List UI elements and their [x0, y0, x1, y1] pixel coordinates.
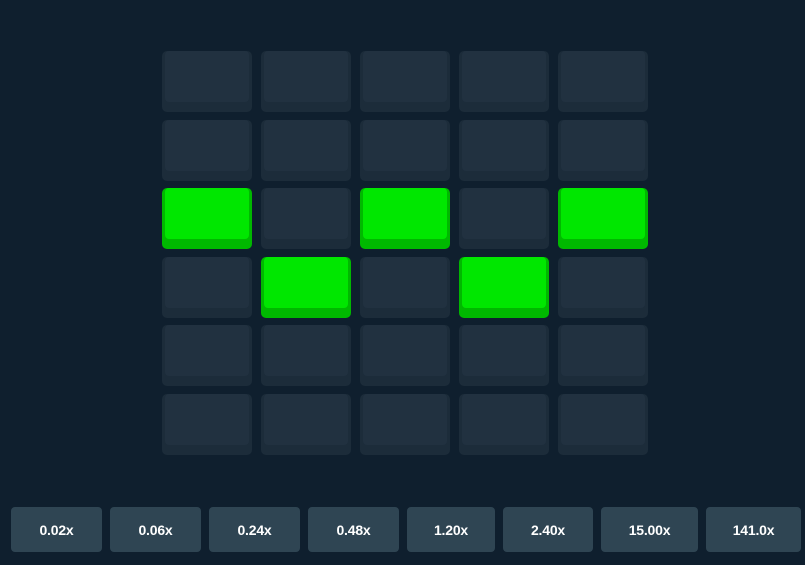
tile-r2-c1[interactable] — [261, 188, 351, 250]
tile-face — [561, 393, 645, 445]
tile-face — [462, 188, 546, 240]
tile-r4-c1[interactable] — [261, 325, 351, 387]
tile-r1-c0[interactable] — [162, 119, 252, 181]
tile-r3-c1[interactable] — [261, 256, 351, 318]
game-stage: 0.02x 0.06x 0.24x 0.48x 1.20x 2.40x 15.0… — [0, 0, 805, 565]
tile-face — [561, 325, 645, 377]
tile-face — [165, 325, 249, 377]
tile-face — [462, 256, 546, 308]
tile-r2-c0[interactable] — [162, 188, 252, 250]
tile-r2-c2[interactable] — [360, 188, 450, 250]
tile-r4-c0[interactable] — [162, 325, 252, 387]
tile-r5-c3[interactable] — [459, 393, 549, 455]
tile-face — [264, 119, 348, 171]
multiplier-5: 2.40x — [503, 507, 593, 552]
tile-face — [165, 393, 249, 445]
tile-face — [264, 256, 348, 308]
tile-r5-c4[interactable] — [558, 393, 648, 455]
multiplier-1: 0.06x — [110, 507, 201, 552]
tile-face — [462, 325, 546, 377]
tile-r1-c3[interactable] — [459, 119, 549, 181]
tile-face — [264, 51, 348, 102]
tile-r4-c4[interactable] — [558, 325, 648, 387]
tile-face — [561, 119, 645, 171]
tile-face — [264, 393, 348, 445]
tile-face — [363, 393, 447, 445]
tile-r2-c3[interactable] — [459, 188, 549, 250]
tile-r0-c0[interactable] — [162, 51, 252, 112]
multiplier-6: 15.00x — [601, 507, 698, 552]
tile-r3-c3[interactable] — [459, 256, 549, 318]
tile-r4-c3[interactable] — [459, 325, 549, 387]
tile-r0-c2[interactable] — [360, 51, 450, 112]
tile-r0-c3[interactable] — [459, 51, 549, 112]
tile-r5-c1[interactable] — [261, 393, 351, 455]
tile-face — [264, 188, 348, 240]
tile-r0-c4[interactable] — [558, 51, 648, 112]
tile-face — [561, 188, 645, 240]
tile-r3-c0[interactable] — [162, 256, 252, 318]
tile-r1-c1[interactable] — [261, 119, 351, 181]
tile-face — [165, 256, 249, 308]
multiplier-7: 141.0x — [706, 507, 801, 552]
tile-face — [363, 51, 447, 102]
tile-r0-c1[interactable] — [261, 51, 351, 112]
tile-face — [561, 51, 645, 102]
tile-face — [363, 256, 447, 308]
multiplier-3: 0.48x — [308, 507, 399, 552]
tile-face — [462, 119, 546, 171]
tile-grid — [162, 51, 648, 455]
tile-r1-c4[interactable] — [558, 119, 648, 181]
tile-r5-c2[interactable] — [360, 393, 450, 455]
multiplier-0: 0.02x — [11, 507, 102, 552]
multiplier-2: 0.24x — [209, 507, 300, 552]
tile-face — [561, 256, 645, 308]
tile-face — [165, 188, 249, 240]
tile-face — [462, 51, 546, 102]
tile-r1-c2[interactable] — [360, 119, 450, 181]
tile-face — [363, 119, 447, 171]
tile-face — [363, 325, 447, 377]
tile-r5-c0[interactable] — [162, 393, 252, 455]
tile-face — [462, 393, 546, 445]
tile-face — [363, 188, 447, 240]
multiplier-bar: 0.02x 0.06x 0.24x 0.48x 1.20x 2.40x 15.0… — [11, 507, 801, 552]
tile-face — [165, 51, 249, 102]
tile-face — [264, 325, 348, 377]
tile-face — [165, 119, 249, 171]
tile-r3-c4[interactable] — [558, 256, 648, 318]
multiplier-4: 1.20x — [407, 507, 495, 552]
tile-r2-c4[interactable] — [558, 188, 648, 250]
tile-r3-c2[interactable] — [360, 256, 450, 318]
tile-r4-c2[interactable] — [360, 325, 450, 387]
